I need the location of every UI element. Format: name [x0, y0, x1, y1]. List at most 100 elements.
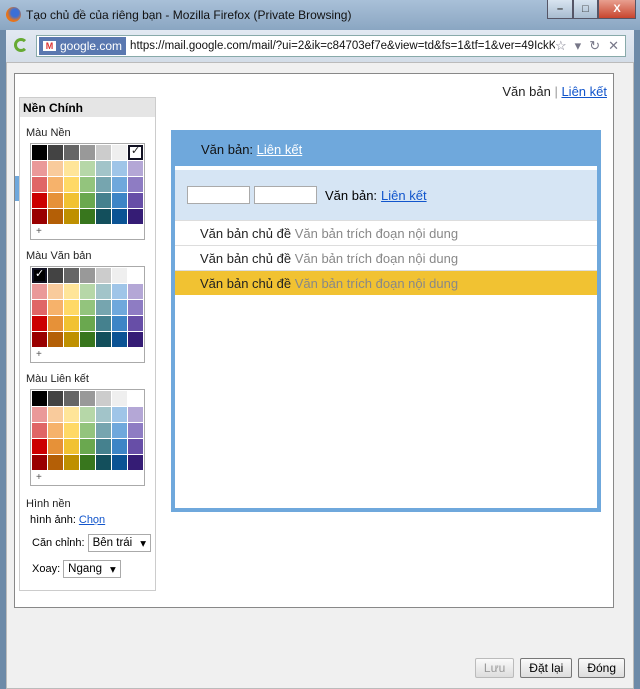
color-swatch[interactable]	[64, 193, 79, 208]
color-swatch[interactable]	[112, 209, 127, 224]
color-swatch[interactable]	[64, 209, 79, 224]
color-swatch[interactable]	[112, 391, 127, 406]
color-swatch[interactable]	[32, 284, 47, 299]
color-swatch[interactable]	[64, 407, 79, 422]
color-swatch[interactable]	[128, 177, 143, 192]
color-swatch[interactable]	[80, 177, 95, 192]
close-button[interactable]: Đóng	[578, 658, 625, 678]
color-swatch[interactable]	[112, 177, 127, 192]
add-color-button[interactable]: +	[32, 224, 143, 239]
color-swatch[interactable]	[32, 145, 47, 160]
color-swatch[interactable]	[64, 455, 79, 470]
color-swatch[interactable]	[48, 423, 63, 438]
color-swatch[interactable]	[112, 161, 127, 176]
color-swatch[interactable]	[48, 145, 63, 160]
color-swatch[interactable]	[96, 423, 111, 438]
color-swatch[interactable]	[96, 407, 111, 422]
history-dropdown-icon[interactable]: ▾	[575, 38, 582, 54]
color-swatch[interactable]	[96, 161, 111, 176]
color-swatch[interactable]	[32, 300, 47, 315]
reload-icon[interactable]: ↻	[589, 38, 600, 54]
color-swatch[interactable]	[80, 284, 95, 299]
color-swatch[interactable]	[80, 332, 95, 347]
color-swatch[interactable]	[96, 193, 111, 208]
bookmark-star-icon[interactable]: ☆	[555, 38, 567, 54]
color-swatch[interactable]	[96, 145, 111, 160]
color-swatch[interactable]	[64, 391, 79, 406]
choose-image-link[interactable]: Chọn	[79, 514, 105, 526]
color-swatch[interactable]	[32, 193, 47, 208]
color-swatch[interactable]	[32, 423, 47, 438]
color-swatch[interactable]	[80, 391, 95, 406]
url-text[interactable]: https://mail.google.com/mail/?ui=2&ik=c8…	[130, 40, 555, 52]
site-identity[interactable]: Mgoogle.com	[39, 37, 127, 55]
color-swatch[interactable]	[112, 439, 127, 454]
color-swatch[interactable]	[96, 316, 111, 331]
color-swatch[interactable]	[112, 268, 127, 283]
align-select[interactable]: Bên trái ▾	[87, 534, 152, 552]
color-swatch[interactable]	[128, 332, 143, 347]
color-swatch[interactable]	[48, 209, 63, 224]
color-swatch[interactable]	[64, 284, 79, 299]
color-swatch[interactable]	[80, 316, 95, 331]
color-swatch[interactable]	[128, 193, 143, 208]
minimize-button[interactable]: –	[547, 0, 573, 19]
color-swatch[interactable]	[128, 439, 143, 454]
color-swatch[interactable]	[64, 439, 79, 454]
color-swatch[interactable]	[96, 209, 111, 224]
color-swatch[interactable]	[128, 284, 143, 299]
color-swatch[interactable]	[80, 268, 95, 283]
color-swatch[interactable]	[80, 455, 95, 470]
stop-icon[interactable]: ✕	[608, 38, 619, 54]
color-swatch[interactable]	[80, 193, 95, 208]
link-sample[interactable]: Liên kết	[561, 84, 607, 99]
color-swatch[interactable]	[48, 177, 63, 192]
color-swatch[interactable]	[32, 407, 47, 422]
color-swatch[interactable]	[128, 209, 143, 224]
color-swatch[interactable]	[80, 423, 95, 438]
color-swatch[interactable]	[48, 284, 63, 299]
color-swatch[interactable]	[48, 268, 63, 283]
color-swatch[interactable]	[112, 423, 127, 438]
color-swatch[interactable]	[112, 455, 127, 470]
color-swatch[interactable]	[48, 439, 63, 454]
add-color-button[interactable]: +	[32, 347, 143, 362]
color-swatch[interactable]	[48, 332, 63, 347]
color-swatch[interactable]	[96, 284, 111, 299]
color-swatch[interactable]	[112, 407, 127, 422]
color-swatch[interactable]	[96, 177, 111, 192]
add-color-button[interactable]: +	[32, 470, 143, 485]
color-swatch[interactable]	[48, 455, 63, 470]
color-swatch[interactable]	[80, 439, 95, 454]
color-swatch[interactable]	[80, 209, 95, 224]
color-swatch[interactable]	[128, 300, 143, 315]
color-swatch[interactable]	[80, 300, 95, 315]
color-swatch[interactable]	[96, 455, 111, 470]
color-swatch[interactable]	[32, 455, 47, 470]
color-swatch[interactable]	[96, 391, 111, 406]
save-button[interactable]: Lưu	[474, 658, 515, 678]
color-swatch[interactable]	[80, 161, 95, 176]
url-bar[interactable]: Mgoogle.com https://mail.google.com/mail…	[36, 35, 626, 57]
color-swatch[interactable]	[32, 391, 47, 406]
color-swatch[interactable]	[64, 145, 79, 160]
color-swatch[interactable]	[96, 439, 111, 454]
color-swatch[interactable]	[128, 391, 143, 406]
color-swatch[interactable]	[112, 193, 127, 208]
color-swatch[interactable]	[48, 407, 63, 422]
color-swatch[interactable]	[32, 267, 47, 283]
close-window-button[interactable]: X	[598, 0, 636, 19]
color-swatch[interactable]	[96, 332, 111, 347]
color-swatch[interactable]	[32, 316, 47, 331]
site-identity-icon[interactable]	[14, 38, 28, 52]
rotate-select[interactable]: Ngang ▾	[63, 560, 121, 578]
color-swatch[interactable]	[32, 177, 47, 192]
color-swatch[interactable]	[32, 209, 47, 224]
color-swatch[interactable]	[112, 316, 127, 331]
color-swatch[interactable]	[48, 391, 63, 406]
color-swatch[interactable]	[112, 145, 127, 160]
color-swatch[interactable]	[112, 284, 127, 299]
color-swatch[interactable]	[128, 423, 143, 438]
color-swatch[interactable]	[48, 193, 63, 208]
color-swatch[interactable]	[128, 316, 143, 331]
